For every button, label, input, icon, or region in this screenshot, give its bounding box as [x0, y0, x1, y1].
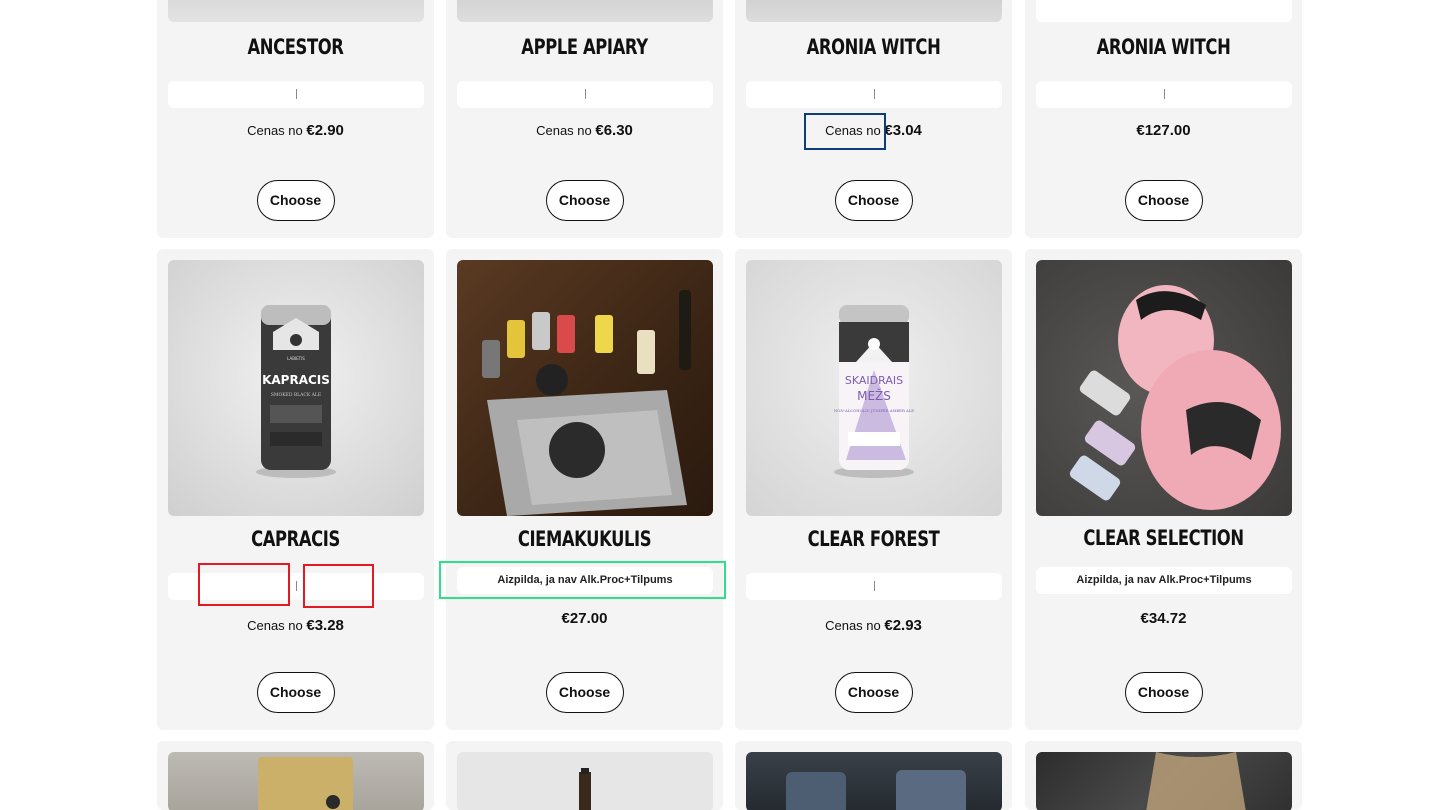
product-name[interactable]: APPLE APIARY: [476, 35, 692, 59]
price-value: €3.28: [306, 617, 344, 634]
price-value: €127.00: [1136, 122, 1191, 139]
product-image[interactable]: [1036, 260, 1292, 516]
price-value: €2.90: [306, 122, 344, 139]
product-image[interactable]: LABIETIS KAPRACIS SMOKED BLACK ALE: [168, 260, 424, 516]
price-value: €3.04: [884, 122, 922, 139]
divider: [295, 89, 297, 100]
divider: [584, 89, 586, 100]
can-title-2: MEŽS: [857, 388, 891, 403]
product-card: ARONIA WITCH €127.00 Choose: [1025, 0, 1302, 238]
gift-set-photo-icon: [482, 290, 691, 516]
variant-selector[interactable]: [168, 573, 424, 600]
product-image[interactable]: [746, 0, 1002, 22]
bottle-photo-icon: [579, 768, 591, 810]
price-prefix: Cenas no: [247, 123, 307, 138]
person-photo-icon: [1146, 752, 1246, 810]
variant-selector[interactable]: Aizpilda, ja nav Alk.Proc+Tilpums: [1036, 567, 1292, 594]
product-name[interactable]: CIEMAKUKULIS: [476, 527, 692, 551]
bags-photo-icon: [786, 770, 966, 810]
can-title-1: SKAIDRAIS: [845, 374, 903, 387]
product-name[interactable]: CLEAR SELECTION: [1055, 526, 1271, 550]
divider: [1163, 89, 1165, 100]
product-name[interactable]: CAPRACIS: [187, 527, 403, 551]
choose-button[interactable]: Choose: [1124, 180, 1203, 221]
product-card: LABIETIS SKAIDRAIS MEŽS NON-ALCOHOLIC JU…: [735, 249, 1012, 730]
can-subtitle: SMOKED BLACK ALE: [271, 392, 321, 398]
product-image[interactable]: [168, 0, 424, 22]
choose-button[interactable]: Choose: [256, 672, 335, 713]
product-card: [157, 741, 434, 810]
product-image[interactable]: [457, 0, 713, 22]
product-price: Cenas no €3.28: [157, 617, 434, 634]
variant-selector[interactable]: [746, 81, 1002, 108]
product-price: Cenas no €3.04: [735, 122, 1012, 139]
price-prefix: Cenas no: [825, 123, 885, 138]
product-image[interactable]: [457, 260, 713, 516]
coffee-bag-photo-icon: [258, 757, 353, 810]
product-price: Cenas no €2.90: [157, 122, 434, 139]
product-name[interactable]: CLEAR FOREST: [765, 527, 981, 551]
price-value: €2.93: [884, 617, 922, 634]
price-prefix: Cenas no: [247, 618, 307, 633]
choose-button[interactable]: Choose: [545, 672, 624, 713]
product-image[interactable]: LABIETIS SKAIDRAIS MEŽS NON-ALCOHOLIC JU…: [746, 260, 1002, 516]
product-card: ANCESTOR Cenas no €2.90 Choose: [157, 0, 434, 238]
product-image[interactable]: [168, 752, 424, 810]
product-card: ARONIA WITCH Cenas no €3.04 Choose: [735, 0, 1012, 238]
product-image[interactable]: [746, 752, 1002, 810]
can-title: KAPRACIS: [262, 373, 330, 387]
product-price: €127.00: [1025, 122, 1302, 139]
price-value: €34.72: [1140, 610, 1187, 627]
choose-button[interactable]: Choose: [1124, 672, 1203, 713]
variant-selector[interactable]: [457, 81, 713, 108]
choose-button[interactable]: Choose: [545, 180, 624, 221]
product-card: [735, 741, 1012, 810]
price-prefix: Cenas no: [825, 618, 885, 633]
product-price: €34.72: [1025, 610, 1302, 627]
beer-can-kapracis-icon: LABIETIS KAPRACIS SMOKED BLACK ALE: [256, 305, 336, 478]
choose-button[interactable]: Choose: [834, 180, 913, 221]
product-price: Cenas no €6.30: [446, 122, 723, 139]
product-image[interactable]: [1036, 752, 1292, 810]
product-card: APPLE APIARY Cenas no €6.30 Choose: [446, 0, 723, 238]
product-price: Cenas no €2.93: [735, 617, 1012, 634]
divider: [873, 581, 875, 592]
price-value: €27.00: [561, 610, 608, 627]
price-value: €6.30: [595, 122, 633, 139]
product-image[interactable]: [457, 752, 713, 810]
variant-selector[interactable]: [168, 81, 424, 108]
choose-button[interactable]: Choose: [834, 672, 913, 713]
beer-can-skaidrais-mezs-icon: LABIETIS SKAIDRAIS MEŽS NON-ALCOHOLIC JU…: [834, 305, 914, 478]
variant-selector[interactable]: [746, 573, 1002, 600]
product-card: LABIETIS KAPRACIS SMOKED BLACK ALE CAPRA…: [157, 249, 434, 730]
divider: [873, 89, 875, 100]
inflatable-doll-photo-icon: [1069, 285, 1281, 510]
product-card: CIEMAKUKULIS Aizpilda, ja nav Alk.Proc+T…: [446, 249, 723, 730]
can-brand: LABIETIS: [865, 356, 883, 361]
can-brand: LABIETIS: [287, 356, 305, 361]
product-price: €27.00: [446, 610, 723, 627]
product-card: [446, 741, 723, 810]
variant-selector[interactable]: [1036, 81, 1292, 108]
divider: [295, 581, 297, 592]
product-card: [1025, 741, 1302, 810]
product-name[interactable]: ANCESTOR: [187, 35, 403, 59]
choose-button[interactable]: Choose: [256, 180, 335, 221]
can-subtitle: NON-ALCOHOLIC JUNIPER AMBER ALE: [834, 408, 914, 413]
product-name[interactable]: ARONIA WITCH: [1055, 35, 1271, 59]
product-name[interactable]: ARONIA WITCH: [765, 35, 981, 59]
product-card: CLEAR SELECTION Aizpilda, ja nav Alk.Pro…: [1025, 249, 1302, 730]
price-prefix: Cenas no: [536, 123, 596, 138]
variant-selector[interactable]: Aizpilda, ja nav Alk.Proc+Tilpums: [457, 567, 713, 594]
product-image[interactable]: [1036, 0, 1292, 22]
